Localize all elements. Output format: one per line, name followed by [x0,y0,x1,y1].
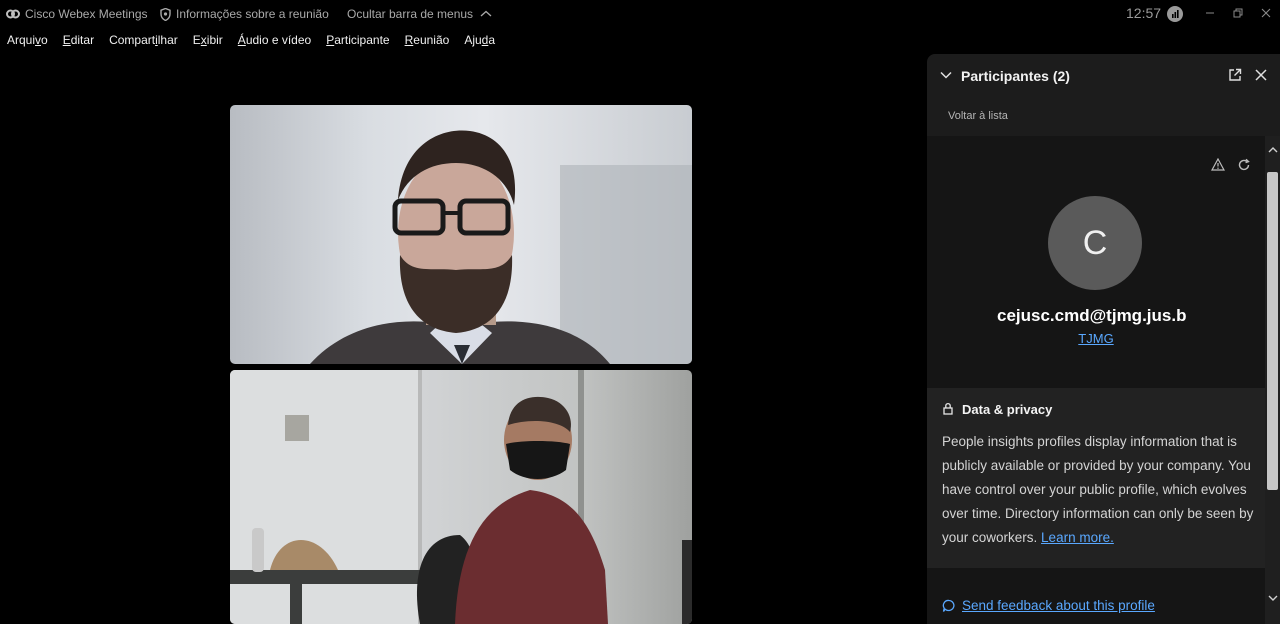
back-to-list-link[interactable]: Voltar à lista [948,110,1008,122]
learn-more-link[interactable]: Learn more. [1041,530,1114,545]
menu-item[interactable]: Arquivo [7,33,48,51]
scroll-up-button[interactable] [1265,140,1280,160]
menu-item[interactable]: Áudio e vídeo [238,33,311,51]
chat-bubble-icon [942,599,955,612]
menu-item[interactable]: Ajuda [464,33,495,51]
menu-item[interactable]: Compartilhar [109,33,178,51]
privacy-body: People insights profiles display informa… [942,434,1254,545]
scrollbar-thumb[interactable] [1267,172,1278,490]
participant-video-2 [230,370,692,624]
title-bar: Cisco Webex Meetings Informações sobre a… [0,0,1280,28]
warning-icon[interactable] [1211,158,1225,171]
minimize-icon [1206,12,1214,14]
shield-icon [160,7,171,21]
minimize-button[interactable] [1200,4,1220,22]
app-name: Cisco Webex Meetings [25,7,148,21]
menu-item[interactable]: Participante [326,33,389,51]
close-window-button[interactable] [1256,4,1276,22]
chevron-down-icon[interactable] [939,70,953,80]
close-icon [1261,8,1271,18]
lock-icon [943,402,953,415]
menu-item[interactable]: Editar [63,33,94,51]
participant-video-1 [310,130,692,364]
restore-icon [1233,8,1243,18]
popout-icon[interactable] [1228,68,1242,82]
send-feedback-link[interactable]: Send feedback about this profile [942,598,1155,613]
webex-logo-icon [6,9,20,19]
network-signal-icon[interactable] [1167,6,1183,22]
menu-item[interactable]: Reunião [405,33,450,51]
app-title: Cisco Webex Meetings [6,7,148,21]
meeting-info-label: Informações sobre a reunião [176,7,329,21]
feedback-label: Send feedback about this profile [962,598,1155,613]
chevron-up-icon [480,10,492,17]
profile-org-link[interactable]: TJMG [927,331,1265,346]
avatar: C [1048,196,1142,290]
hide-menu-label: Ocultar barra de menus [347,7,474,21]
hide-menu-bar-button[interactable]: Ocultar barra de menus [347,7,493,21]
restore-button[interactable] [1228,4,1248,22]
clock: 12:57 [1126,5,1162,21]
refresh-icon[interactable] [1237,158,1251,172]
privacy-text: People insights profiles display informa… [942,430,1254,550]
menu-item[interactable]: Exibir [193,33,223,51]
scroll-down-button[interactable] [1265,588,1280,608]
chevron-down-icon [1268,595,1277,601]
privacy-title: Data & privacy [962,402,1053,417]
video-tile-participant-2[interactable] [230,370,692,624]
chevron-up-icon [1268,147,1277,153]
menu-bar: Arquivo Editar Compartilhar Exibir Áudio e v… [0,33,503,51]
profile-email: cejusc.cmd@tjmg.jus.b [997,306,1187,325]
profile-card: C cejusc.cmd@tjmg.jus.b TJMG Data & priv… [927,136,1265,624]
close-panel-icon[interactable] [1254,68,1268,82]
video-tile-participant-1[interactable] [230,105,692,364]
scrollbar[interactable] [1265,136,1280,624]
meeting-info-button[interactable]: Informações sobre a reunião [160,7,329,21]
participants-panel: Participantes (2) Voltar à lista C cejus… [927,54,1280,624]
data-privacy-section: Data & privacy People insights profiles … [927,388,1265,568]
panel-title: Participantes (2) [961,68,1070,84]
